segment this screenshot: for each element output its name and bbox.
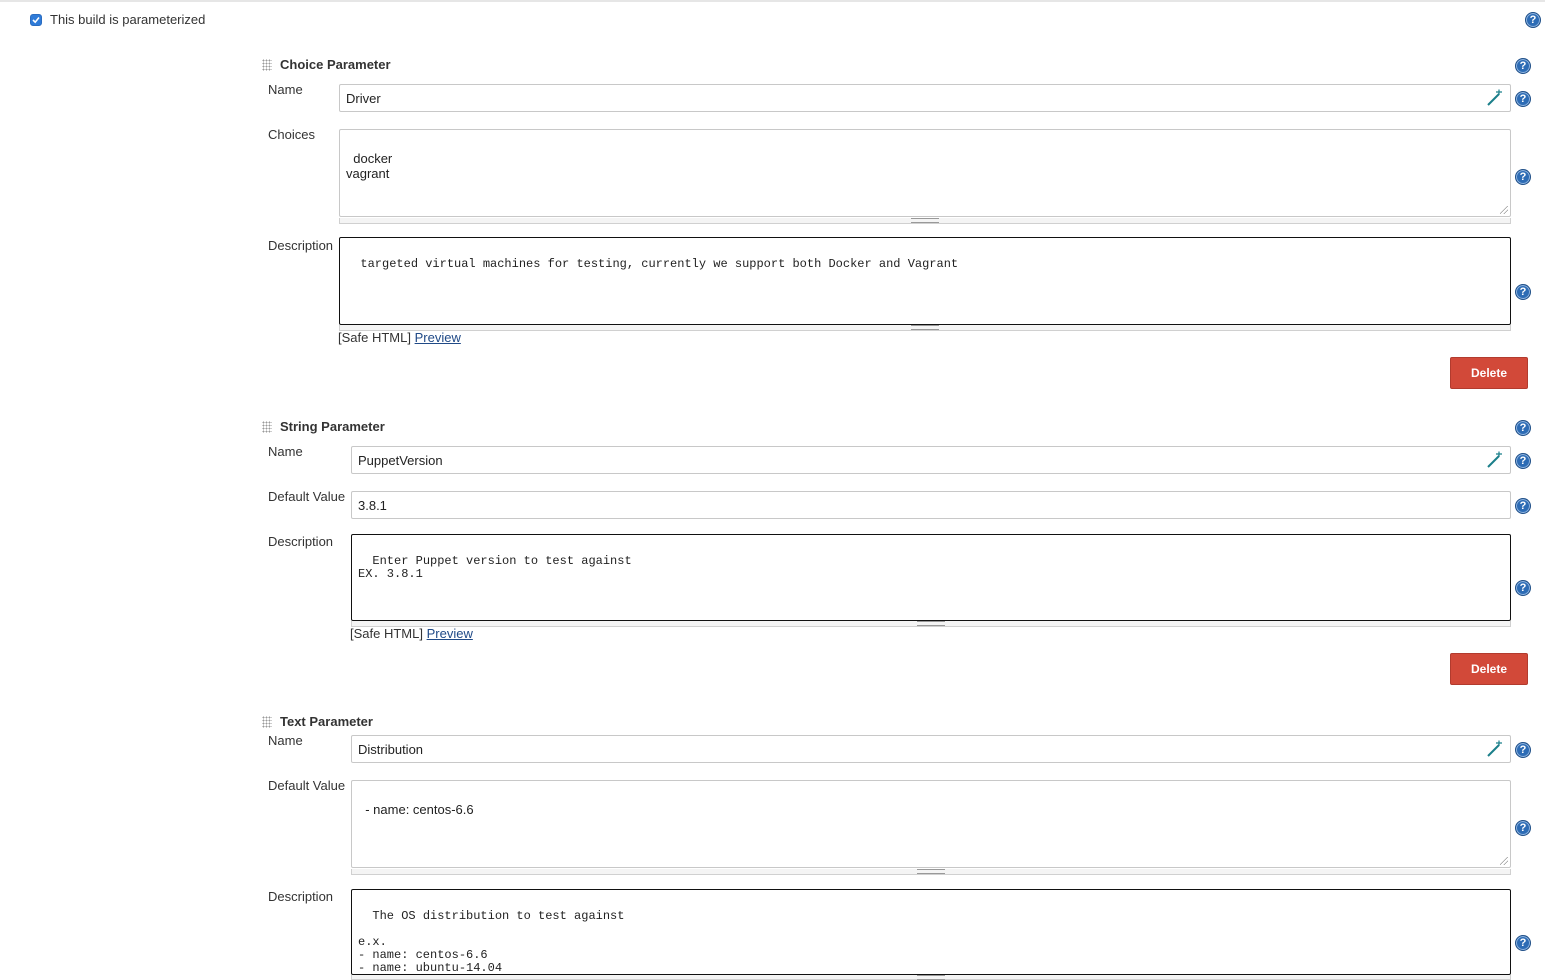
choice-parameter-title: Choice Parameter [280,57,391,72]
parameterized-checkbox[interactable] [30,14,42,26]
textarea-grabber[interactable] [351,974,1511,980]
drag-handle-icon[interactable] [262,421,272,433]
textarea-grabber[interactable] [339,325,1511,331]
textarea-grabber[interactable] [351,621,1511,627]
help-icon[interactable]: ? [1515,453,1531,469]
resize-handle[interactable] [1500,206,1508,214]
help-icon[interactable]: ? [1515,58,1531,74]
magic-wand-icon[interactable] [1486,740,1504,758]
help-icon[interactable]: ? [1515,580,1531,596]
safe-html-note: [Safe HTML] Preview [350,626,473,641]
text-description-label: Description [268,889,334,904]
resize-handle[interactable] [1500,857,1508,865]
drag-handle-icon[interactable] [262,59,272,71]
text-name-value: Distribution [358,741,424,757]
choices-value: docker vagrant [346,151,393,181]
help-icon[interactable]: ? [1515,169,1531,185]
help-icon[interactable]: ? [1515,742,1531,758]
text-name-label: Name [268,733,303,748]
help-icon[interactable]: ? [1515,420,1531,436]
string-description-value: Enter Puppet version to test against EX.… [358,554,632,581]
help-icon[interactable]: ? [1515,498,1531,514]
magic-wand-icon[interactable] [1486,89,1504,107]
help-icon[interactable]: ? [1525,12,1541,28]
text-description-value: The OS distribution to test against e.x.… [358,909,625,975]
string-default-label: Default Value [268,489,346,504]
choice-name-label: Name [268,82,303,97]
choice-description-value: targeted virtual machines for testing, c… [360,257,959,271]
string-name-label: Name [268,444,303,459]
preview-link[interactable]: Preview [415,330,461,345]
choice-name-value: Driver [346,90,381,106]
text-parameter-title: Text Parameter [280,714,373,729]
string-name-input[interactable]: PuppetVersion [351,446,1511,474]
parameterized-label: This build is parameterized [50,12,206,27]
delete-button[interactable]: Delete [1450,357,1528,389]
help-icon[interactable]: ? [1515,284,1531,300]
safe-html-label: [Safe HTML] [338,330,411,345]
text-default-value: - name: centos-6.6 [365,802,474,817]
text-default-label: Default Value [268,778,346,793]
choice-description-label: Description [268,238,334,253]
string-description-label: Description [268,534,334,549]
string-default-input[interactable]: 3.8.1 [351,491,1511,519]
string-default-value: 3.8.1 [358,497,387,513]
help-icon[interactable]: ? [1515,91,1531,107]
help-icon[interactable]: ? [1515,820,1531,836]
textarea-grabber[interactable] [351,869,1511,875]
string-description-textarea[interactable]: Enter Puppet version to test against EX.… [351,534,1511,621]
drag-handle-icon[interactable] [262,716,272,728]
textarea-grabber[interactable] [339,218,1511,224]
help-icon[interactable]: ? [1515,935,1531,951]
preview-link[interactable]: Preview [427,626,473,641]
choices-label: Choices [268,127,315,142]
magic-wand-icon[interactable] [1486,451,1504,469]
choice-name-input[interactable]: Driver [339,84,1511,112]
choices-textarea[interactable]: docker vagrant [339,129,1511,217]
top-divider [0,0,1545,2]
string-name-value: PuppetVersion [358,452,443,468]
text-name-input[interactable]: Distribution [351,735,1511,763]
string-parameter-title: String Parameter [280,419,385,434]
safe-html-label: [Safe HTML] [350,626,423,641]
text-description-textarea[interactable]: The OS distribution to test against e.x.… [351,889,1511,975]
choice-description-textarea[interactable]: targeted virtual machines for testing, c… [339,237,1511,325]
delete-button[interactable]: Delete [1450,653,1528,685]
text-default-textarea[interactable]: - name: centos-6.6 [351,780,1511,868]
safe-html-note: [Safe HTML] Preview [338,330,461,345]
checkmark-icon [32,16,40,24]
